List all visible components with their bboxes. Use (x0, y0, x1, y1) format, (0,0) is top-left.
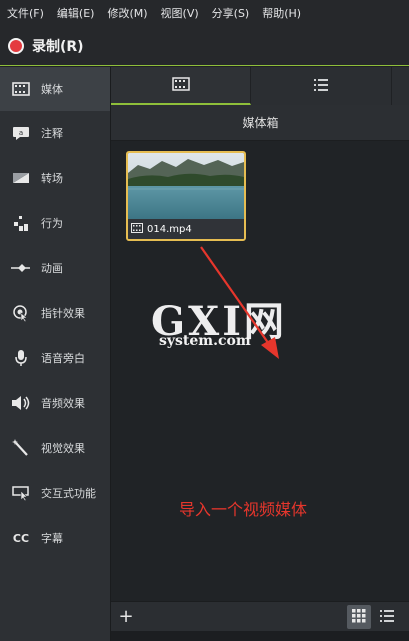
sidebar-item-label: 音频效果 (41, 397, 85, 410)
record-bar: 录制(R) (0, 26, 409, 66)
svg-text:CC: CC (13, 532, 29, 544)
sidebar-item-voice-narration[interactable]: 语音旁白 (0, 336, 110, 380)
animation-icon (10, 257, 32, 279)
video-thumbnail (128, 153, 244, 219)
transition-icon (10, 167, 32, 189)
tab-spacer (392, 67, 409, 105)
list-icon (313, 77, 329, 96)
grid-icon (352, 608, 366, 627)
tab-media-bin[interactable] (111, 67, 251, 105)
add-media-button[interactable]: + (114, 605, 138, 629)
sidebar-item-behaviors[interactable]: 行为 (0, 201, 110, 245)
media-item[interactable]: 014.mp4 (126, 151, 246, 241)
tools-sidebar: 媒体 a 注释 转场 行为 动画 指针效果 语音旁白 音频效果 视觉效果 交互式… (0, 67, 110, 641)
menu-edit[interactable]: 编辑(E) (57, 5, 95, 21)
camtasia-window: 文件(F) 编辑(E) 修改(M) 视图(V) 分享(S) 帮助(H) 录制(R… (0, 0, 409, 641)
sidebar-item-label: 动画 (41, 262, 63, 275)
menu-modify[interactable]: 修改(M) (107, 5, 147, 21)
media-item-filename: 014.mp4 (147, 223, 192, 235)
menu-view[interactable]: 视图(V) (161, 5, 199, 21)
media-bin-title: 媒体箱 (111, 105, 409, 141)
sidebar-item-animations[interactable]: 动画 (0, 246, 110, 290)
menu-file[interactable]: 文件(F) (7, 5, 44, 21)
annotation-icon: a (10, 122, 32, 144)
video-file-icon (131, 222, 143, 236)
media-bin-toolbar: + (111, 601, 409, 631)
list-icon (379, 608, 395, 627)
sidebar-item-media[interactable]: 媒体 (0, 67, 110, 111)
sidebar-item-transitions[interactable]: 转场 (0, 156, 110, 200)
microphone-icon (10, 347, 32, 369)
menu-help[interactable]: 帮助(H) (262, 5, 301, 21)
tab-library[interactable] (251, 67, 392, 105)
media-panel: 媒体箱 014.mp4 GXI网 system.com 导入一个视频媒体 + (110, 67, 409, 641)
film-icon (10, 78, 32, 100)
sidebar-item-label: 视觉效果 (41, 442, 85, 455)
sidebar-item-label: 转场 (41, 172, 63, 185)
sidebar-item-annotations[interactable]: a 注释 (0, 111, 110, 155)
media-bin-area[interactable]: 014.mp4 GXI网 system.com 导入一个视频媒体 (111, 141, 409, 601)
svg-text:a: a (19, 129, 23, 137)
behavior-icon (10, 212, 32, 234)
sidebar-item-cursor-effects[interactable]: 指针效果 (0, 291, 110, 335)
interactive-icon (10, 482, 32, 504)
details-view-button[interactable] (375, 605, 399, 629)
speaker-icon (10, 392, 32, 414)
sidebar-item-label: 字幕 (41, 532, 63, 545)
sidebar-item-label: 语音旁白 (41, 352, 85, 365)
cursor-effect-icon (10, 302, 32, 324)
sidebar-item-label: 注释 (41, 127, 63, 140)
record-icon[interactable] (8, 37, 24, 54)
menu-share[interactable]: 分享(S) (212, 5, 250, 21)
sidebar-item-audio-effects[interactable]: 音频效果 (0, 381, 110, 425)
magic-wand-icon (10, 437, 32, 459)
sidebar-item-label: 交互式功能 (41, 487, 96, 500)
sidebar-item-label: 指针效果 (41, 307, 85, 320)
sidebar-item-interactivity[interactable]: 交互式功能 (0, 471, 110, 515)
sidebar-item-captions[interactable]: CC 字幕 (0, 516, 110, 560)
annotation-text: 导入一个视频媒体 (179, 500, 308, 519)
record-button[interactable]: 录制(R) (32, 36, 84, 56)
status-strip (111, 631, 409, 641)
film-icon (171, 76, 190, 95)
media-item-caption: 014.mp4 (128, 219, 244, 239)
sidebar-item-label: 行为 (41, 217, 63, 230)
media-tabs (111, 67, 409, 105)
menu-bar: 文件(F) 编辑(E) 修改(M) 视图(V) 分享(S) 帮助(H) (0, 0, 409, 26)
sidebar-item-label: 媒体 (41, 83, 63, 96)
cc-icon: CC (10, 527, 32, 549)
sidebar-item-visual-effects[interactable]: 视觉效果 (0, 426, 110, 470)
thumbnail-view-button[interactable] (347, 605, 371, 629)
annotation-arrow (200, 246, 279, 359)
